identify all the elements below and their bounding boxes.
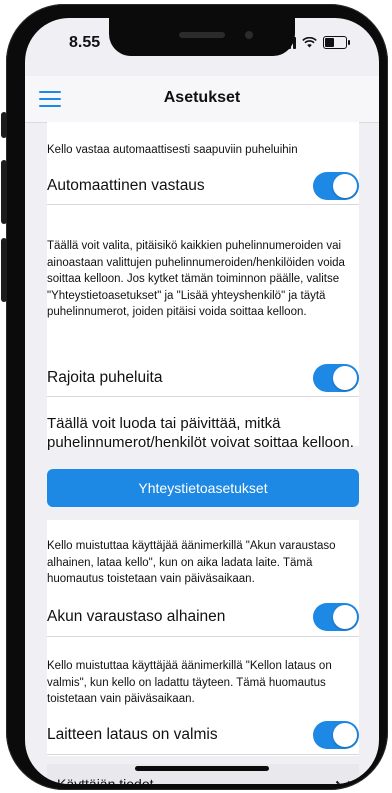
side-button-volume-down (1, 238, 7, 302)
contact-info-description: Täällä voit luoda tai päivittää, mitkä p… (47, 415, 354, 451)
section-auto-answer: Kello vastaa automaattisesti saapuviin p… (47, 122, 359, 206)
page-title: Asetukset (163, 89, 241, 106)
auto-answer-toggle[interactable] (313, 172, 359, 200)
section-contact-info: Täällä voit luoda tai päivittää, mitkä p… (47, 398, 359, 451)
status-time: 8.55 (69, 34, 101, 51)
restrict-calls-row: Rajoita puheluita (47, 360, 359, 397)
phone-frame: 8.55 Asetukset Kello vastaa automaattise… (6, 4, 388, 790)
restrict-calls-label: Rajoita puheluita (47, 369, 163, 386)
charge-complete-description: Kello muistuttaa käyttäjää äänimerkillä … (47, 660, 332, 705)
notch (109, 18, 295, 56)
app-screen: 8.55 Asetukset Kello vastaa automaattise… (25, 18, 379, 784)
battery-icon (323, 36, 350, 49)
wifi-icon (302, 37, 317, 48)
restrict-calls-description: Täällä voit valita, pitäisikö kaikkien p… (47, 240, 345, 318)
auto-answer-label: Automaattinen vastaus (47, 177, 205, 194)
settings-content: Kello vastaa automaattisesti saapuviin p… (25, 122, 379, 784)
auto-answer-row: Automaattinen vastaus (47, 168, 359, 205)
low-battery-description: Kello muistuttaa käyttäjää äänimerkillä … (47, 540, 336, 585)
contact-settings-button[interactable]: Yhteystietoasetukset (47, 469, 359, 507)
chevron-down-icon (335, 774, 359, 784)
charge-complete-label: Laitteen lataus on valmis (47, 726, 218, 743)
charge-complete-row: Laitteen lataus on valmis (47, 716, 359, 755)
section-restrict-calls: Täällä voit valita, pitäisikö kaikkien p… (47, 206, 359, 398)
side-button-mute (1, 112, 7, 138)
camera (245, 31, 253, 39)
user-info-label: Käyttäjän tiedot (57, 776, 154, 784)
low-battery-toggle[interactable] (313, 603, 359, 631)
low-battery-label: Akun varaustaso alhainen (47, 608, 226, 625)
home-indicator[interactable] (135, 766, 269, 771)
charge-complete-toggle[interactable] (313, 721, 359, 749)
restrict-calls-toggle[interactable] (313, 364, 359, 392)
side-button-volume-up (1, 160, 7, 224)
app-header: Asetukset (25, 76, 379, 123)
speaker (179, 32, 225, 38)
section-charge-complete: Kello muistuttaa käyttäjää äänimerkillä … (47, 638, 359, 756)
low-battery-row: Akun varaustaso alhainen (47, 598, 359, 637)
section-low-battery: Kello muistuttaa käyttäjää äänimerkillä … (47, 520, 359, 638)
auto-answer-description: Kello vastaa automaattisesti saapuviin p… (47, 144, 298, 156)
